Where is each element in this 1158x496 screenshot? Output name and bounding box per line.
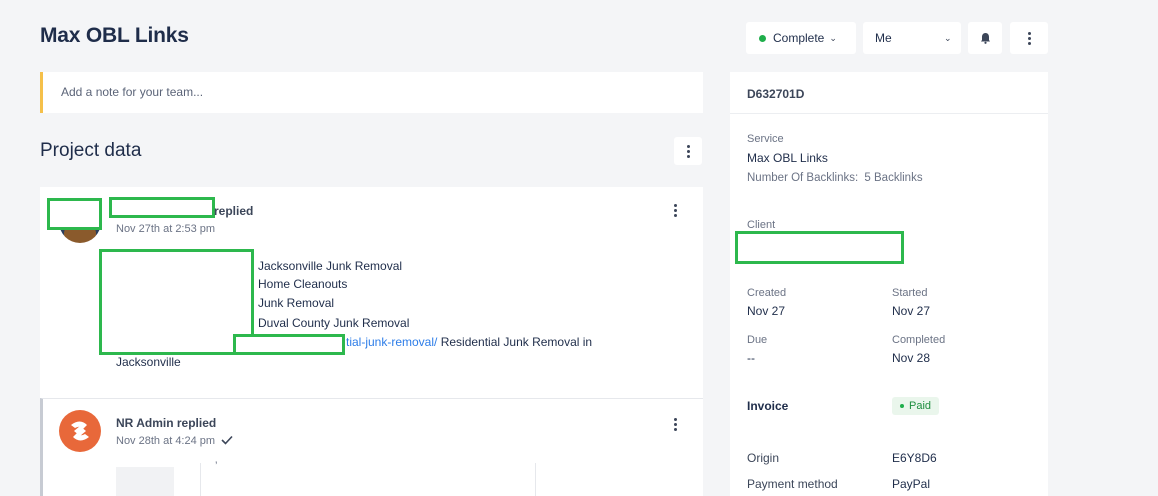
payment-method-value: PayPal — [892, 477, 931, 491]
more-vertical-icon — [686, 144, 690, 158]
redacted-author-box — [109, 197, 215, 218]
order-details-panel: D632701D Service Max OBL Links Number Of… — [730, 72, 1048, 496]
check-icon — [221, 435, 233, 445]
assignee-label: Me — [875, 31, 892, 45]
avatar — [59, 410, 101, 452]
reply-timestamp: Nov 28th at 4:24 pm — [116, 435, 216, 447]
divider — [730, 113, 1048, 114]
client-label: Client — [747, 219, 776, 231]
logo-icon — [71, 421, 89, 441]
chevron-down-icon: ⌄ — [829, 32, 837, 43]
redacted-client-box — [735, 231, 904, 264]
created-label: Created — [747, 287, 787, 299]
message-card: NR Admin replied Nov 28th at 4:24 pm ’ — [40, 398, 703, 496]
project-menu-button[interactable] — [674, 137, 702, 165]
message-link-line: tial-junk-removal/ Residential Junk Remo… — [346, 335, 592, 349]
created-value: Nov 27 — [747, 304, 786, 318]
status-dropdown[interactable]: Complete ⌄ — [746, 22, 856, 54]
more-vertical-icon — [673, 417, 677, 431]
service-label: Service — [747, 133, 784, 145]
completed-value: Nov 28 — [892, 351, 931, 365]
payment-method-label: Payment method — [747, 477, 838, 491]
origin-label: Origin — [747, 451, 780, 465]
order-id: D632701D — [747, 87, 805, 101]
status-label: Complete — [773, 31, 825, 45]
team-note-placeholder: Add a note for your team... — [61, 85, 204, 99]
more-vertical-icon — [1027, 31, 1031, 45]
started-value: Nov 27 — [892, 304, 931, 318]
reply-label: replied — [214, 204, 254, 218]
reply-timestamp-row: Nov 28th at 4:24 pm — [116, 435, 233, 447]
content-fragment: ’ — [215, 460, 218, 472]
invoice-status: Paid — [909, 400, 932, 412]
redacted-content-box — [99, 249, 254, 355]
backlinks-label: Number Of Backlinks: — [747, 172, 859, 184]
bell-icon — [980, 33, 990, 44]
message-line: Duval County Junk Removal — [258, 316, 410, 330]
invoice-status-badge[interactable]: Paid — [892, 397, 940, 415]
message-link-tail: Residential Junk Removal in — [437, 335, 593, 349]
status-dot-icon — [900, 404, 904, 408]
attachment-thumbnail[interactable] — [116, 467, 174, 496]
due-value: -- — [747, 351, 755, 365]
message-menu-button[interactable] — [664, 413, 686, 435]
message-menu-button[interactable] — [664, 199, 686, 221]
redacted-url-box — [233, 334, 345, 355]
more-options-button[interactable] — [1010, 22, 1048, 54]
started-label: Started — [892, 287, 928, 299]
content-divider — [200, 463, 201, 496]
message-line: Jacksonville — [116, 355, 181, 369]
notifications-button[interactable] — [968, 22, 1002, 54]
reply-timestamp: Nov 27th at 2:53 pm — [116, 223, 216, 235]
more-vertical-icon — [673, 203, 677, 217]
completed-label: Completed — [892, 334, 946, 346]
backlinks-value: 5 Backlinks — [864, 172, 923, 184]
message-line: Jacksonville Junk Removal — [258, 259, 403, 273]
backlinks-row: Number Of Backlinks: 5 Backlinks — [747, 172, 923, 184]
message-line: Home Cleanouts — [258, 277, 348, 291]
content-divider — [535, 463, 536, 496]
origin-value: E6Y8D6 — [892, 451, 937, 465]
chevron-down-icon: ⌄ — [944, 32, 952, 43]
service-value: Max OBL Links — [747, 151, 828, 165]
reply-author: NR Admin replied — [116, 416, 217, 430]
redacted-avatar-box — [47, 198, 102, 230]
message-link[interactable]: tial-junk-removal/ — [346, 335, 437, 349]
invoice-label: Invoice — [747, 399, 789, 413]
due-label: Due — [747, 334, 768, 346]
page-title: Max OBL Links — [40, 24, 189, 47]
status-indicator — [759, 34, 766, 42]
section-title: Project data — [40, 140, 142, 161]
message-card: replied Nov 27th at 2:53 pm Jacksonville… — [40, 187, 703, 398]
team-note-input[interactable]: Add a note for your team... — [40, 72, 703, 113]
assignee-dropdown[interactable]: Me ⌄ — [863, 22, 961, 54]
message-line: Junk Removal — [258, 296, 335, 310]
